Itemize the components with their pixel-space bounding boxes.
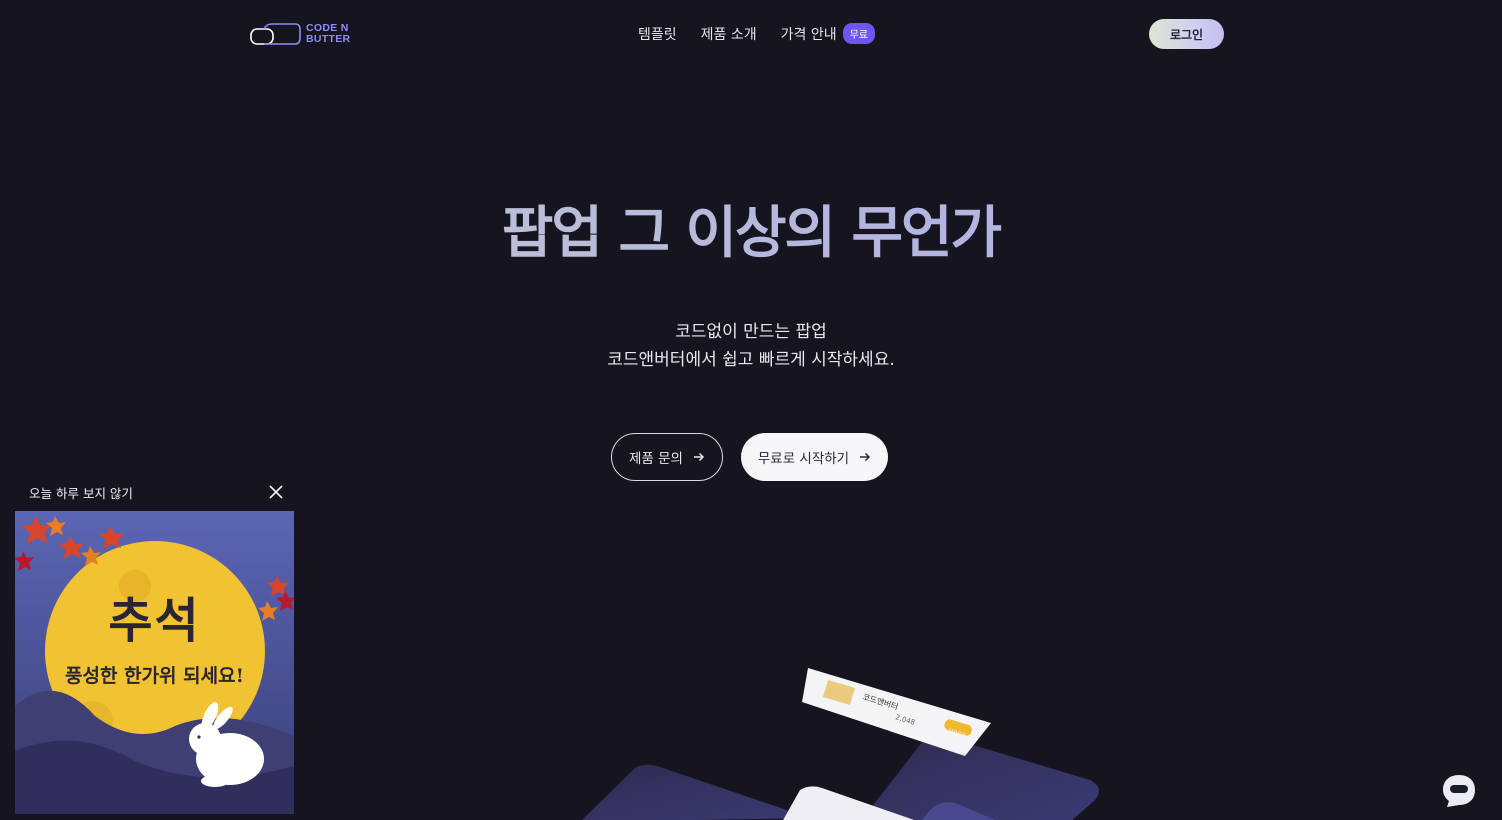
main-nav: 템플릿 제품 소개 가격 안내 무료 [638, 23, 876, 44]
nav-product-intro[interactable]: 제품 소개 [701, 24, 757, 44]
login-button[interactable]: 로그인 [1149, 19, 1224, 49]
product-inquiry-label: 제품 문의 [629, 451, 683, 467]
logo[interactable]: CODE N BUTTER [250, 22, 350, 46]
hero-title: 팝업 그 이상의 무언가 [0, 188, 1502, 269]
hero-subtitle-line1: 코드없이 만드는 팝업 [675, 322, 827, 342]
banner-subtitle: 풍성한 한가위 되세요! [65, 665, 244, 687]
chat-button[interactable] [1441, 773, 1477, 809]
hero-subtitle: 코드없이 만드는 팝업 코드앤버터에서 쉽고 빠르게 시작하세요. [0, 318, 1502, 374]
nav-pricing-label: 가격 안내 [780, 26, 837, 43]
free-badge: 무료 [842, 23, 876, 44]
chat-bubble-icon [1443, 775, 1475, 807]
start-free-button[interactable]: 무료로 시작하기 [741, 433, 888, 481]
hide-today-link[interactable]: 오늘 하루 보지 않기 [15, 483, 133, 502]
popup-bar: 오늘 하루 보지 않기 [15, 476, 294, 508]
arrow-right-icon [693, 452, 705, 462]
hero-illustration: 코드앤버터 2,048 다운로드 [582, 668, 1099, 820]
popup-close-button[interactable] [260, 476, 292, 508]
product-inquiry-button[interactable]: 제품 문의 [611, 433, 723, 481]
start-free-label: 무료로 시작하기 [757, 451, 850, 467]
iso-popup-card: 코드앤버터 2,048 다운로드 [802, 668, 991, 756]
logo-mark-icon [250, 23, 301, 45]
hero-subtitle-line2: 코드앤버터에서 쉽고 빠르게 시작하세요. [607, 350, 895, 370]
iso-panel-left [582, 764, 810, 820]
logo-text-line2: BUTTER [306, 33, 351, 45]
arrow-right-icon [860, 452, 871, 462]
banner-title: 추석 [108, 593, 201, 649]
logo-text: CODE N BUTTER [306, 23, 350, 45]
nav-pricing[interactable]: 가격 안내 무료 [780, 23, 876, 44]
iso-panel-right [861, 732, 1099, 820]
nav-templates[interactable]: 템플릿 [638, 24, 677, 44]
close-icon [269, 485, 283, 499]
chuseok-banner[interactable]: 추석 풍성한 한가위 되세요! [15, 511, 294, 814]
